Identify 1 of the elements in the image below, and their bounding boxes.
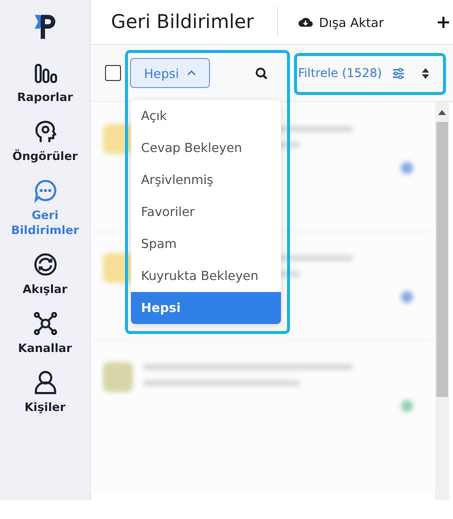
page-title: Geri Bildirimler xyxy=(111,11,255,33)
